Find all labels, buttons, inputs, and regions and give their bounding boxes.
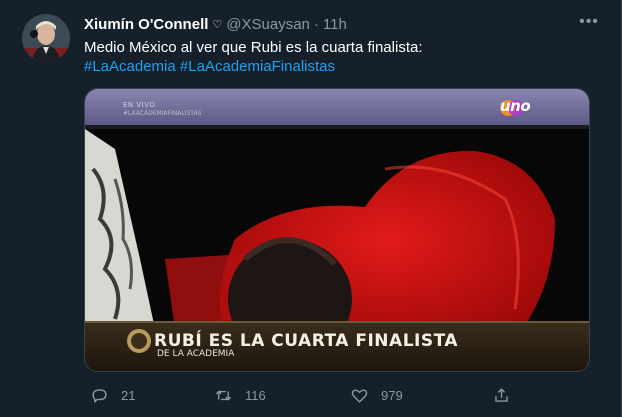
reply-count: 21 (121, 387, 136, 403)
live-label: EN VIVO (123, 101, 156, 109)
tweet[interactable]: Xiumín O'Connell ♡ @XSuaysan · 11h ••• M… (0, 0, 622, 417)
share-button[interactable] (492, 384, 511, 406)
reply-icon (92, 388, 107, 403)
tweet-media-image[interactable] (84, 88, 590, 372)
retweet-count: 116 (245, 387, 266, 403)
channel-logo: uno (500, 97, 531, 115)
timestamp[interactable]: 11h (323, 16, 347, 33)
more-horizontal-icon: ••• (579, 13, 599, 30)
media-caption: RUBÍ ES LA CUARTA FINALISTA (154, 331, 459, 351)
live-hashtag: #LAACADEMIAFINALISTAS (123, 110, 202, 117)
tweet-header: Xiumín O'Connell ♡ @XSuaysan · 11h (84, 14, 347, 34)
separator-dot: · (313, 15, 319, 33)
hashtag-link[interactable]: #LaAcademiaFinalistas (180, 58, 335, 75)
heart-icon (351, 388, 368, 403)
tweet-actions: 21 116 979 (90, 384, 610, 406)
media-caption-sub: DE LA ACADEMIA (157, 349, 235, 359)
more-options-button[interactable]: ••• (577, 12, 601, 32)
heart-outline-icon: ♡ (212, 18, 223, 31)
avatar[interactable] (22, 14, 70, 62)
retweet-button[interactable]: 116 (214, 384, 266, 406)
like-count: 979 (381, 387, 403, 403)
user-handle[interactable]: @XSuaysan (226, 16, 310, 33)
retweet-icon (215, 390, 232, 400)
reply-button[interactable]: 21 (90, 384, 135, 406)
tweet-text: Medio México al ver que Rubi es la cuart… (84, 39, 423, 56)
like-button[interactable]: 979 (350, 384, 403, 406)
tweet-hashtags: #LaAcademia #LaAcademiaFinalistas (84, 57, 335, 77)
share-icon (495, 387, 508, 402)
display-name[interactable]: Xiumín O'Connell (84, 16, 208, 33)
hashtag-link[interactable]: #LaAcademia (84, 58, 176, 75)
